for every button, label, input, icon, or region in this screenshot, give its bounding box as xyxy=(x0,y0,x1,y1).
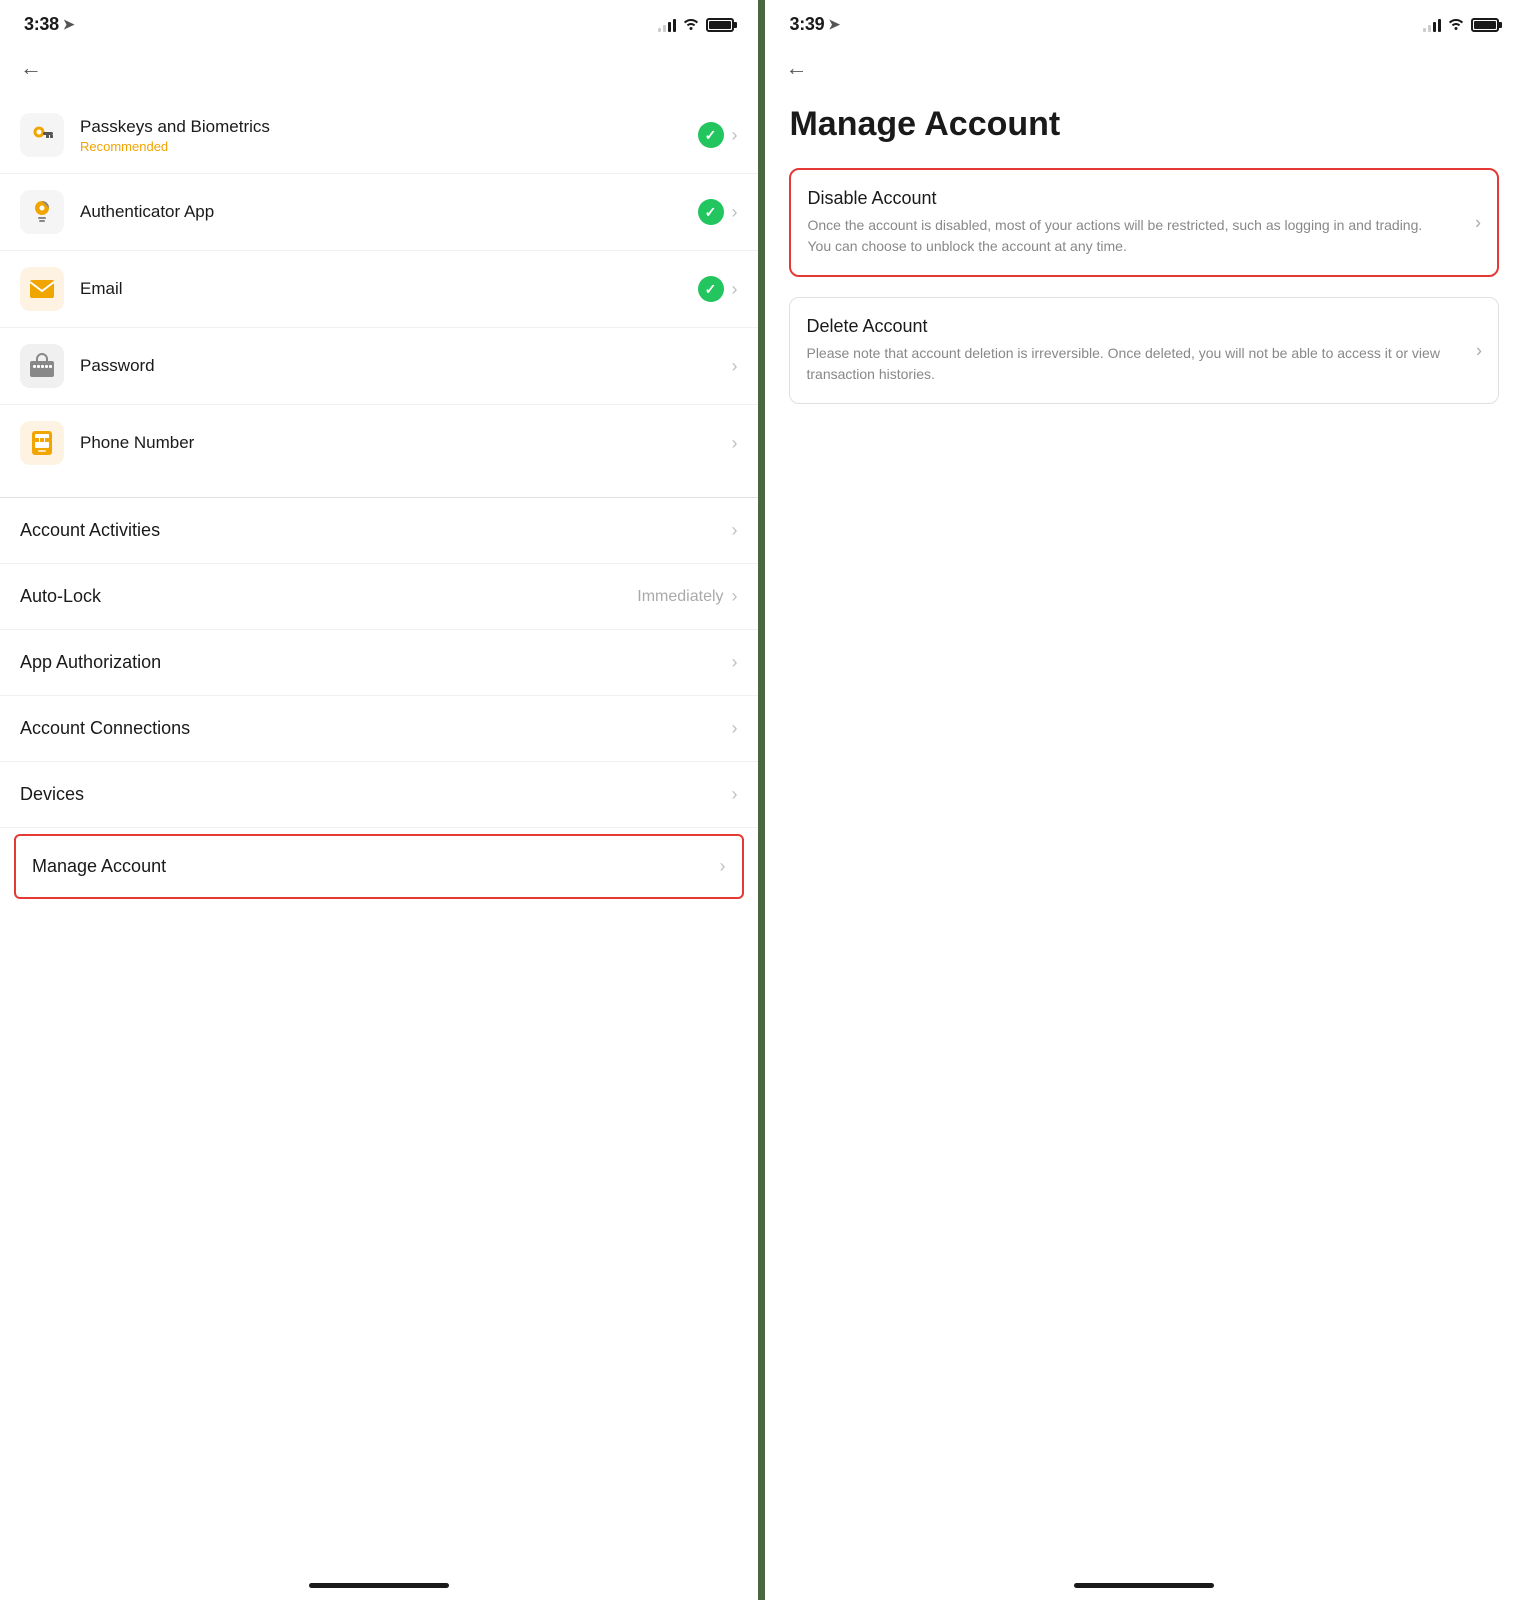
auto-lock-label: Auto-Lock xyxy=(20,586,101,607)
phone-icon xyxy=(20,421,64,465)
password-icon xyxy=(20,344,64,388)
time-left: 3:38 xyxy=(24,14,59,35)
devices-label: Devices xyxy=(20,784,84,805)
account-activities-label: Account Activities xyxy=(20,520,160,541)
password-right: › xyxy=(732,356,738,377)
manage-account-right: › xyxy=(720,856,726,877)
status-icons-right xyxy=(1423,16,1499,33)
auto-lock-item[interactable]: Auto-Lock Immediately › xyxy=(0,564,758,630)
email-icon xyxy=(20,267,64,311)
left-phone-panel: 3:38 ➤ ← xyxy=(0,0,758,1600)
passkeys-icon xyxy=(20,113,64,157)
manage-account-page: Manage Account Disable Account Once the … xyxy=(765,89,1523,424)
email-check-icon: ✓ xyxy=(698,276,724,302)
time-right: 3:39 xyxy=(789,14,824,35)
back-button-left[interactable]: ← xyxy=(0,43,758,89)
delete-account-card[interactable]: Delete Account Please note that account … xyxy=(789,297,1499,404)
battery-icon-right xyxy=(1471,18,1499,32)
delete-account-chevron-icon: › xyxy=(1476,340,1482,361)
phone-item[interactable]: Phone Number › xyxy=(0,405,758,481)
app-authorization-right: › xyxy=(732,652,738,673)
account-connections-label: Account Connections xyxy=(20,718,190,739)
devices-right: › xyxy=(732,784,738,805)
phone-content: Phone Number xyxy=(80,433,732,453)
auto-lock-chevron-icon: › xyxy=(732,586,738,607)
delete-account-title: Delete Account xyxy=(806,316,1482,337)
signal-icon-right xyxy=(1423,18,1441,32)
authenticator-chevron-icon: › xyxy=(732,202,738,223)
account-activities-item[interactable]: Account Activities › xyxy=(0,498,758,564)
back-button-right[interactable]: ← xyxy=(765,43,1523,89)
manage-account-item[interactable]: Manage Account › xyxy=(14,834,744,899)
app-authorization-chevron-icon: › xyxy=(732,652,738,673)
back-arrow-left: ← xyxy=(20,55,42,80)
battery-icon-left xyxy=(706,18,734,32)
passkeys-title: Passkeys and Biometrics xyxy=(80,117,698,137)
location-icon-right: ➤ xyxy=(828,16,840,33)
signal-icon-left xyxy=(658,18,676,32)
status-bar-left: 3:38 ➤ xyxy=(0,0,758,43)
account-activities-chevron-icon: › xyxy=(732,520,738,541)
back-arrow-right: ← xyxy=(785,55,807,80)
page-title: Manage Account xyxy=(789,89,1499,168)
email-item[interactable]: Email ✓ › xyxy=(0,251,758,328)
phone-title: Phone Number xyxy=(80,433,732,453)
passkeys-right: ✓ › xyxy=(698,122,738,148)
email-chevron-icon: › xyxy=(732,279,738,300)
menu-list: Account Activities › Auto-Lock Immediate… xyxy=(0,498,758,905)
right-phone-panel: 3:39 ➤ ← Manage Account Disable Accou xyxy=(765,0,1523,1600)
app-authorization-label: App Authorization xyxy=(20,652,161,673)
authenticator-title: Authenticator App xyxy=(80,202,698,222)
security-settings-section: Passkeys and Biometrics Recommended ✓ › xyxy=(0,89,758,489)
phone-chevron-icon: › xyxy=(732,433,738,454)
account-connections-chevron-icon: › xyxy=(732,718,738,739)
wifi-icon-right xyxy=(1447,16,1465,33)
passkeys-subtitle: Recommended xyxy=(80,139,698,154)
phone-right: › xyxy=(732,433,738,454)
passkeys-content: Passkeys and Biometrics Recommended xyxy=(80,117,698,154)
email-content: Email xyxy=(80,279,698,299)
email-title: Email xyxy=(80,279,698,299)
disable-account-title: Disable Account xyxy=(807,188,1481,209)
devices-chevron-icon: › xyxy=(732,784,738,805)
auto-lock-right: Immediately › xyxy=(637,586,737,607)
passkeys-item[interactable]: Passkeys and Biometrics Recommended ✓ › xyxy=(0,97,758,174)
home-indicator-right xyxy=(1074,1583,1214,1588)
location-icon-left: ➤ xyxy=(63,16,75,33)
passkeys-chevron-icon: › xyxy=(732,125,738,146)
manage-account-label: Manage Account xyxy=(32,856,166,877)
manage-account-chevron-icon: › xyxy=(720,856,726,877)
email-right: ✓ › xyxy=(698,276,738,302)
authenticator-content: Authenticator App xyxy=(80,202,698,222)
status-bar-right: 3:39 ➤ xyxy=(765,0,1523,43)
disable-account-card[interactable]: Disable Account Once the account is disa… xyxy=(789,168,1499,277)
app-authorization-item[interactable]: App Authorization › xyxy=(0,630,758,696)
delete-account-desc: Please note that account deletion is irr… xyxy=(806,343,1482,385)
passkeys-check-icon: ✓ xyxy=(698,122,724,148)
authenticator-icon xyxy=(20,190,64,234)
account-connections-item[interactable]: Account Connections › xyxy=(0,696,758,762)
status-icons-left xyxy=(658,16,734,33)
authenticator-right: ✓ › xyxy=(698,199,738,225)
password-content: Password xyxy=(80,356,732,376)
panel-divider xyxy=(758,0,766,1600)
authenticator-item[interactable]: Authenticator App ✓ › xyxy=(0,174,758,251)
password-chevron-icon: › xyxy=(732,356,738,377)
account-activities-right: › xyxy=(732,520,738,541)
disable-account-chevron-icon: › xyxy=(1475,212,1481,233)
authenticator-check-icon: ✓ xyxy=(698,199,724,225)
auto-lock-value: Immediately xyxy=(637,588,723,606)
disable-account-desc: Once the account is disabled, most of yo… xyxy=(807,215,1481,257)
password-title: Password xyxy=(80,356,732,376)
password-item[interactable]: Password › xyxy=(0,328,758,405)
wifi-icon-left xyxy=(682,16,700,33)
account-connections-right: › xyxy=(732,718,738,739)
devices-item[interactable]: Devices › xyxy=(0,762,758,828)
home-indicator-left xyxy=(309,1583,449,1588)
